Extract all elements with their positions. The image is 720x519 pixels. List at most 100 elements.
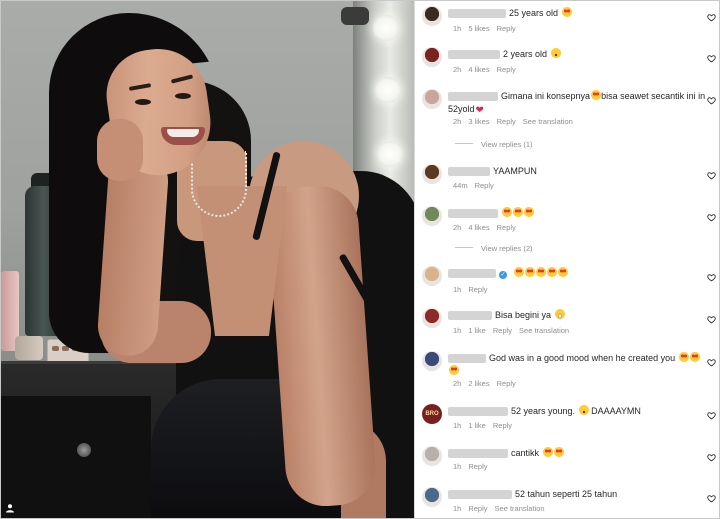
username-redacted[interactable] [448, 490, 512, 499]
like-heart-icon[interactable] [707, 411, 716, 420]
comment-text: 52 tahun seperti 25 tahun [515, 489, 618, 499]
commenter-avatar[interactable] [422, 206, 442, 226]
likes-count[interactable]: 4 likes [468, 65, 489, 74]
reply-button[interactable]: Reply [468, 285, 487, 294]
likes-count[interactable]: 5 likes [468, 24, 489, 33]
reply-button[interactable]: Reply [497, 24, 516, 33]
username-redacted[interactable] [448, 9, 506, 18]
comment-text [501, 207, 534, 219]
cosmetic-jar [15, 336, 43, 360]
necklace [191, 151, 247, 217]
reply-button[interactable]: Reply [497, 223, 516, 232]
view-replies-button[interactable]: View replies (2) [455, 244, 533, 254]
likes-count[interactable]: 3 likes [468, 117, 489, 126]
commenter-avatar[interactable] [422, 164, 442, 184]
username-redacted[interactable] [448, 50, 500, 59]
like-heart-icon[interactable] [707, 315, 716, 324]
commenter-avatar[interactable] [422, 351, 442, 371]
comment-meta: 44m Reply [453, 181, 501, 191]
post-photo [1, 1, 414, 518]
comment-text: ✓ [499, 267, 568, 279]
comment-item: cantikk 1h Reply [415, 1, 719, 518]
comment-text: Bisa begini ya [495, 309, 565, 321]
username-redacted[interactable] [448, 167, 490, 176]
heart-eyes-emoji [546, 267, 557, 277]
comment-item: 2h 4 likes Reply View replies (2) [415, 1, 719, 518]
username-redacted[interactable] [448, 449, 508, 458]
reply-button[interactable]: Reply [468, 462, 487, 471]
heart-eyes-emoji [689, 352, 700, 362]
username-redacted[interactable] [448, 209, 498, 218]
comments-panel[interactable]: 25 years old 1h 5 likes Reply 2 years old 2… [414, 1, 719, 518]
comment-text: cantikk [511, 447, 564, 459]
comment-time: 1h [453, 24, 462, 33]
see-translation-button[interactable]: See translation [495, 504, 545, 513]
like-heart-icon[interactable] [707, 54, 716, 63]
heart-eyes-emoji [553, 447, 564, 457]
username-redacted[interactable] [448, 407, 508, 416]
likes-count[interactable]: 2 likes [468, 379, 489, 388]
comment-text-line2 [448, 365, 459, 377]
reply-button[interactable]: Reply [493, 421, 512, 430]
commenter-avatar[interactable] [422, 446, 442, 466]
commenter-avatar[interactable] [422, 47, 442, 67]
reply-button[interactable]: Reply [493, 326, 512, 335]
verified-badge-icon: ✓ [499, 271, 507, 279]
teeth [167, 129, 199, 137]
like-heart-icon[interactable] [707, 213, 716, 222]
comment-item: Gimana ini konsepnya bisa seawet secantik… [415, 1, 719, 518]
comment-meta: 1h 1 like Reply [453, 421, 519, 431]
likes-count[interactable]: 4 likes [468, 223, 489, 232]
view-replies-button[interactable]: View replies (1) [455, 140, 533, 150]
comment-meta: 2h 3 likes Reply See translation [453, 117, 580, 127]
like-heart-icon[interactable] [707, 13, 716, 22]
like-heart-icon[interactable] [707, 453, 716, 462]
comment-text-line2: 52yold❤ [448, 104, 484, 116]
comment-meta: 2h 4 likes Reply [453, 65, 523, 75]
person-icon[interactable] [5, 503, 15, 513]
username-redacted[interactable] [448, 311, 492, 320]
comment-item: 25 years old 1h 5 likes Reply [415, 1, 719, 518]
heart-eyes-emoji [535, 267, 546, 277]
like-heart-icon[interactable] [707, 273, 716, 282]
replies-divider [455, 247, 473, 248]
comment-text: God was in a good mood when he created y… [489, 352, 700, 364]
username-redacted[interactable] [448, 92, 498, 101]
username-redacted[interactable] [448, 354, 486, 363]
commenter-avatar[interactable] [422, 308, 442, 328]
reply-button[interactable]: Reply [468, 504, 487, 513]
comment-time: 44m [453, 181, 468, 190]
astonished-emoji [578, 405, 589, 415]
like-heart-icon[interactable] [707, 96, 716, 105]
likes-count[interactable]: 1 like [468, 421, 486, 430]
see-translation-button[interactable]: See translation [523, 117, 573, 126]
commenter-avatar[interactable] [422, 266, 442, 286]
mirror-bulb [373, 15, 399, 41]
commenter-avatar[interactable] [422, 487, 442, 507]
mirror-bulb [375, 77, 401, 103]
comment-meta: 1h 1 like Reply See translation [453, 326, 576, 336]
username-redacted[interactable] [448, 269, 496, 278]
comment-item: 2 years old 2h 4 likes Reply [415, 1, 719, 518]
likes-count[interactable]: 1 like [468, 326, 486, 335]
comment-time: 1h [453, 421, 462, 430]
reply-button[interactable]: Reply [497, 65, 516, 74]
like-heart-icon[interactable] [707, 494, 716, 503]
see-translation-button[interactable]: See translation [519, 326, 569, 335]
comment-time: 2h [453, 65, 462, 74]
commenter-avatar[interactable]: BRO [422, 404, 442, 424]
reply-button[interactable]: Reply [475, 181, 494, 190]
table-drawer [1, 396, 151, 518]
comment-time: 1h [453, 504, 462, 513]
like-heart-icon[interactable] [707, 358, 716, 367]
commenter-avatar[interactable] [422, 6, 442, 26]
like-heart-icon[interactable] [707, 171, 716, 180]
comment-item: God was in a good mood when he created y… [415, 1, 719, 518]
astonished-emoji [550, 48, 561, 58]
commenter-avatar[interactable] [422, 89, 442, 109]
comment-time: 2h [453, 223, 462, 232]
heart-eyes-emoji [449, 365, 459, 375]
reply-button[interactable]: Reply [497, 117, 516, 126]
reply-button[interactable]: Reply [497, 379, 516, 388]
comment-text: YAAMPUN [493, 166, 537, 176]
